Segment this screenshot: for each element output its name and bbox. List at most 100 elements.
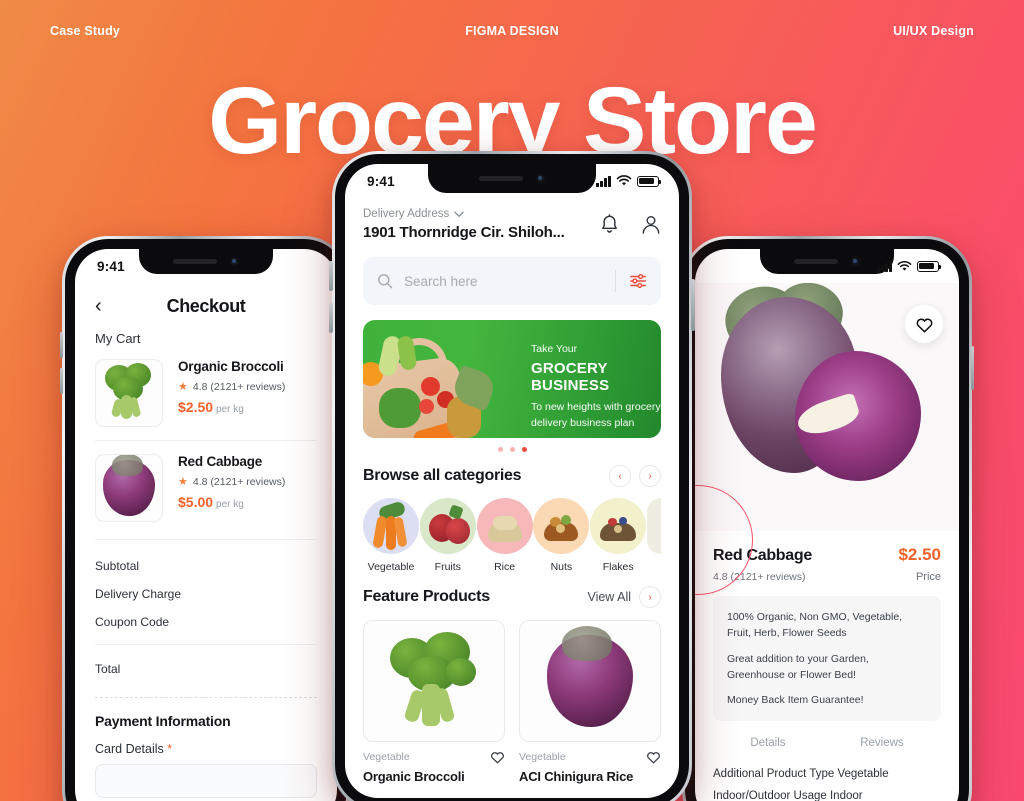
summary-row-subtotal: Subtotal [95, 559, 140, 573]
summary-row-coupon[interactable]: Coupon Code [95, 608, 317, 636]
view-all-label: View All [587, 590, 631, 604]
feature-product-list: Vegetable Organic Broccoli Vegetable ACI… [363, 620, 661, 784]
order-summary: Subtotal Delivery Charge Coupon Code Tot… [95, 539, 317, 798]
rice-icon [476, 498, 533, 554]
status-bar: 9:41 [695, 249, 959, 283]
tab-details[interactable]: Details [750, 737, 785, 749]
search-input[interactable]: Search here [404, 274, 615, 289]
category-item-flakes[interactable]: Flakes [590, 498, 647, 573]
rating-text: 4.8 (2121+ reviews) [192, 380, 286, 393]
product-price: $2.50 [898, 545, 941, 564]
category-item-rice[interactable]: Rice [476, 498, 533, 573]
cart-item-rating: ★ 4.8 (2121+ reviews) [178, 380, 317, 394]
summary-divider: Total [95, 644, 317, 683]
promo-banner[interactable]: Take Your GROCERY BUSINESS To new height… [363, 320, 661, 438]
search-bar[interactable]: Search here [363, 257, 661, 305]
cabbage-art [103, 455, 155, 516]
search-icon [378, 274, 393, 289]
banner-text: Take Your GROCERY BUSINESS To new height… [531, 343, 661, 432]
my-cart-label: My Cart [95, 331, 141, 346]
delivery-address-value: 1901 Thornridge Cir. Shiloh... [363, 224, 565, 241]
category-item-nuts[interactable]: Nuts [533, 498, 590, 573]
product-image-cabbage [519, 620, 661, 742]
section-title-feature: Feature Products [363, 588, 490, 605]
star-icon: ★ [178, 476, 188, 488]
categories-next-button[interactable]: › [639, 465, 661, 487]
banner-headline: GROCERY BUSINESS [531, 360, 610, 394]
poster-tag-left: Case Study [50, 24, 121, 38]
view-all-control[interactable]: View All › [587, 586, 661, 608]
broccoli-art [388, 632, 480, 730]
delivery-address-header: Delivery Address 1901 Thornridge Cir. Sh… [363, 198, 661, 241]
product-thumbnail-broccoli [95, 359, 163, 427]
red-cabbage-art [718, 283, 931, 513]
favorite-button[interactable] [905, 305, 943, 343]
star-icon: ★ [178, 381, 188, 393]
product-card[interactable]: Vegetable Organic Broccoli [363, 620, 505, 784]
product-image-broccoli [363, 620, 505, 742]
feature-products-header: Feature Products View All › [363, 586, 661, 608]
category-label: Nuts [550, 561, 573, 573]
cart-row[interactable]: Red Cabbage ★ 4.8 (2121+ reviews) $5.00 p… [95, 440, 317, 535]
nuts-icon [533, 498, 590, 554]
phone-frame: 9:41 Delivery Address 1901 Thornridge Ci… [329, 151, 695, 801]
pomegranate-icon [419, 498, 476, 554]
user-icon[interactable] [641, 214, 661, 235]
product-hero-image [695, 283, 959, 531]
carousel-dots[interactable] [363, 447, 661, 452]
wifi-icon [616, 175, 632, 186]
home-content: Delivery Address 1901 Thornridge Cir. Sh… [345, 198, 679, 784]
power-button[interactable] [971, 346, 974, 390]
cabbage-art [547, 625, 633, 727]
product-name: Organic Broccoli [363, 769, 465, 784]
categories-prev-button[interactable]: ‹ [609, 465, 631, 487]
poster-tag-center: FIGMA DESIGN [465, 24, 559, 38]
volume-down-button[interactable] [60, 368, 63, 394]
status-bar: 9:41 [345, 164, 679, 198]
bell-icon[interactable] [600, 214, 619, 235]
status-indicators [877, 260, 941, 272]
broccoli-art [101, 363, 157, 423]
summary-row-total: Total [95, 662, 121, 676]
status-indicators [596, 175, 661, 187]
payment-information-heading: Payment Information [95, 713, 231, 729]
delivery-address-block[interactable]: Delivery Address 1901 Thornridge Cir. Sh… [363, 208, 565, 241]
tab-reviews[interactable]: Reviews [860, 737, 903, 749]
rating-text: 4.8 (2121+ reviews) [192, 475, 286, 488]
volume-down-button[interactable] [329, 303, 333, 333]
product-name: ACI Chinigura Rice [519, 769, 634, 784]
carousel-dot-active[interactable] [521, 447, 527, 452]
filter-icon[interactable] [629, 273, 647, 289]
flakes-icon [590, 498, 647, 554]
volume-up-button[interactable] [329, 261, 333, 291]
chevron-left-icon[interactable]: ‹ [95, 296, 102, 316]
product-category: Vegetable [519, 751, 566, 763]
power-button[interactable] [691, 279, 695, 331]
phone-frame: 9:41 [680, 236, 974, 801]
price-label: Price [915, 571, 941, 583]
category-item-vegetable[interactable]: Vegetable [363, 498, 419, 573]
category-label: Flakes [602, 561, 634, 573]
volume-up-button[interactable] [60, 332, 63, 358]
phone-checkout: 9:41 ‹ Checkout My Cart Organic Broccoli… [60, 236, 352, 801]
category-item-partial[interactable] [646, 498, 661, 554]
heart-icon[interactable] [490, 750, 505, 764]
banner-kicker: Take Your [531, 343, 578, 355]
cart-row[interactable]: Organic Broccoli ★ 4.8 (2121+ reviews) $… [95, 346, 317, 440]
card-details-input[interactable] [95, 764, 317, 798]
product-card[interactable]: Vegetable ACI Chinigura Rice [519, 620, 661, 784]
view-all-next-button[interactable]: › [639, 586, 661, 608]
category-list: Vegetable Fruits Rice Nuts Flakes [363, 498, 661, 573]
product-thumbnail-cabbage [95, 454, 163, 522]
phone-home: 9:41 Delivery Address 1901 Thornridge Ci… [329, 151, 695, 801]
carrot-icon [363, 498, 419, 554]
description-line: 100% Organic, Non GMO, Vegetable, Fruit,… [727, 611, 903, 640]
poster-canvas: Case Study FIGMA DESIGN UI/UX Design Gro… [0, 0, 1024, 801]
carousel-dot[interactable] [509, 447, 515, 452]
carousel-dot[interactable] [497, 447, 503, 452]
header-actions [600, 208, 661, 235]
wifi-icon [897, 260, 912, 271]
page-title: Checkout [166, 295, 246, 316]
category-item-fruits[interactable]: Fruits [419, 498, 476, 573]
heart-icon[interactable] [646, 750, 661, 764]
